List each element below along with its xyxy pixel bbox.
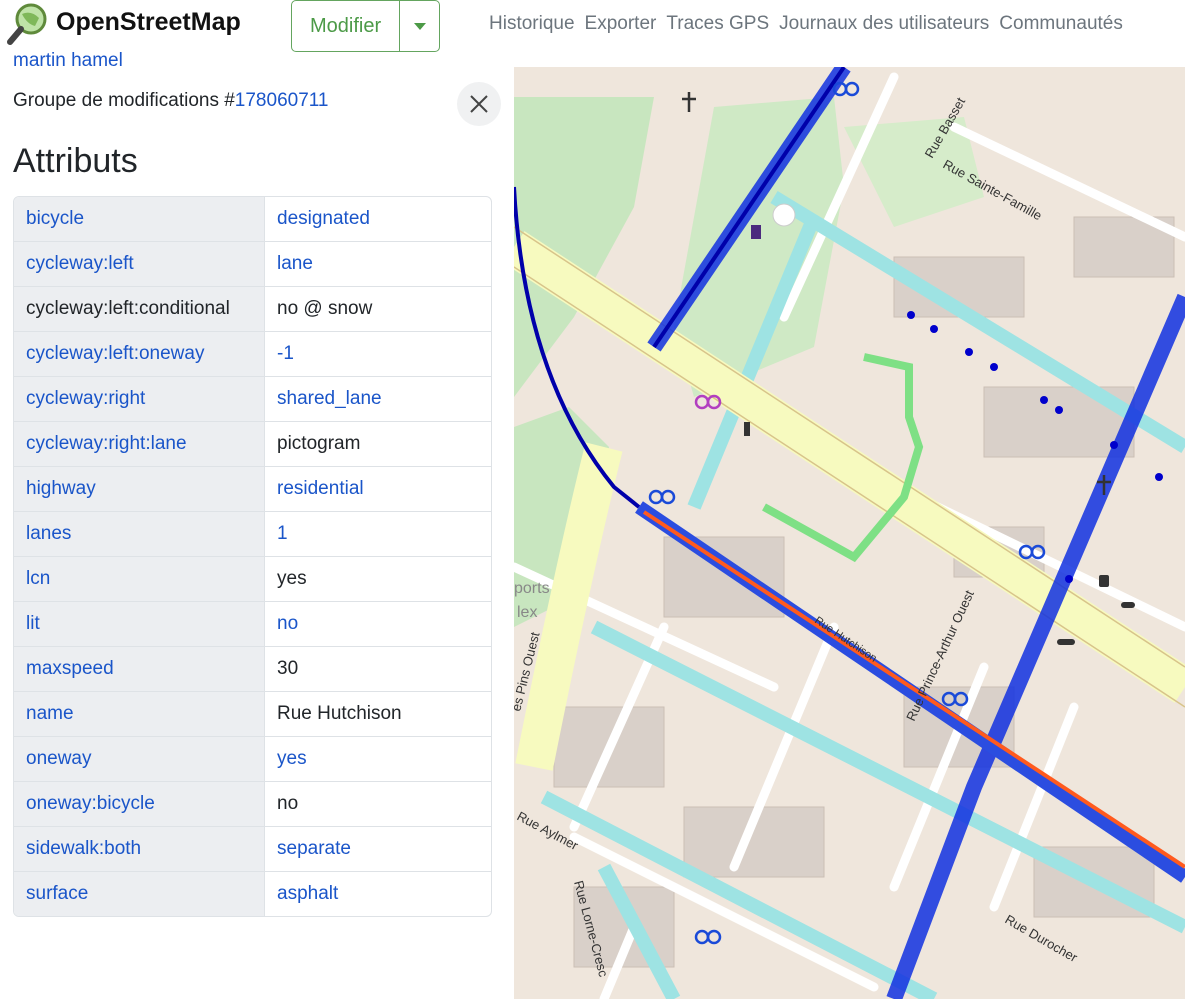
tag-row: cycleway:left lane bbox=[14, 241, 491, 286]
tag-row: highway residential bbox=[14, 466, 491, 511]
tag-row: oneway:bicycle no bbox=[14, 781, 491, 826]
tag-key[interactable]: lcn bbox=[14, 557, 265, 601]
tag-key[interactable]: cycleway:left:oneway bbox=[14, 332, 265, 376]
tag-value[interactable]: 1 bbox=[265, 512, 491, 556]
tag-row: cycleway:right:lane pictogram bbox=[14, 421, 491, 466]
author-link[interactable]: martin hamel bbox=[13, 52, 123, 72]
tag-value: Rue Hutchison bbox=[277, 703, 402, 724]
tag-key[interactable]: sidewalk:both bbox=[14, 827, 265, 871]
tag-value: 30 bbox=[277, 658, 299, 679]
tag-key[interactable]: cycleway:right:lane bbox=[14, 422, 265, 466]
tag-row: lit no bbox=[14, 601, 491, 646]
tag-row: sidewalk:both separate bbox=[14, 826, 491, 871]
nav-communities[interactable]: Communautés bbox=[999, 13, 1123, 34]
top-header: OpenStreetMap Modifier Historique Exporte… bbox=[0, 0, 1185, 52]
nav-gps-traces[interactable]: Traces GPS bbox=[666, 13, 769, 34]
tag-row: bicycle designated bbox=[14, 197, 491, 241]
tag-value[interactable]: residential bbox=[265, 467, 491, 511]
tag-value: no @ snow bbox=[277, 298, 373, 319]
tag-value[interactable]: shared_lane bbox=[265, 377, 491, 421]
tag-value[interactable]: yes bbox=[265, 737, 491, 781]
close-button[interactable] bbox=[457, 82, 501, 126]
tag-value: no bbox=[277, 793, 299, 814]
tag-value[interactable]: separate bbox=[265, 827, 491, 871]
tags-table: bicycle designated cycleway:left lane cyclew… bbox=[13, 196, 492, 917]
tag-row: surface asphalt bbox=[14, 871, 491, 916]
tag-value[interactable]: lane bbox=[265, 242, 491, 286]
tag-row: cycleway:right shared_lane bbox=[14, 376, 491, 421]
tag-value[interactable]: no bbox=[265, 602, 491, 646]
label-lex: lex bbox=[517, 604, 537, 621]
label-durocher: Rue Durocher bbox=[1003, 912, 1081, 966]
tag-row: name Rue Hutchison bbox=[14, 691, 491, 736]
tag-key[interactable]: lanes bbox=[14, 512, 265, 556]
sidebar: martin hamel Groupe de modifications #17… bbox=[0, 52, 514, 999]
brand-name[interactable]: OpenStreetMap bbox=[56, 8, 241, 37]
map-canvas[interactable]: Rue Basset Rue Sainte-Famille es Pins Ou… bbox=[514, 67, 1185, 999]
tag-row: lanes 1 bbox=[14, 511, 491, 556]
edit-button-group: Modifier bbox=[291, 0, 441, 52]
attributes-heading: Attributs bbox=[13, 142, 138, 180]
tag-key[interactable]: bicycle bbox=[14, 197, 265, 241]
nav-export[interactable]: Exporter bbox=[585, 13, 657, 34]
tag-key[interactable]: maxspeed bbox=[14, 647, 265, 691]
tag-key[interactable]: cycleway:left bbox=[14, 242, 265, 286]
changeset-link[interactable]: 178060711 bbox=[235, 90, 329, 111]
main-nav: Historique Exporter Traces GPS Journaux des… bbox=[489, 13, 1133, 35]
edit-button[interactable]: Modifier bbox=[292, 1, 401, 51]
tag-key[interactable]: cycleway:right bbox=[14, 377, 265, 421]
tag-key[interactable]: name bbox=[14, 692, 265, 736]
edit-dropdown-button[interactable] bbox=[400, 1, 439, 51]
tag-value[interactable]: designated bbox=[265, 197, 491, 241]
chevron-down-icon bbox=[413, 22, 426, 30]
tag-value: pictogram bbox=[277, 433, 361, 454]
tag-key: cycleway:left:conditional bbox=[14, 287, 265, 331]
tag-row: cycleway:left:oneway -1 bbox=[14, 331, 491, 376]
map-view[interactable]: Rue Basset Rue Sainte-Famille es Pins Ou… bbox=[514, 67, 1185, 999]
tag-key[interactable]: lit bbox=[14, 602, 265, 646]
osm-logo-icon[interactable] bbox=[6, 2, 48, 46]
close-icon bbox=[470, 95, 488, 113]
tag-key[interactable]: highway bbox=[14, 467, 265, 511]
nav-user-diaries[interactable]: Journaux des utilisateurs bbox=[779, 13, 989, 34]
tag-key[interactable]: surface bbox=[14, 872, 265, 916]
tag-row: cycleway:left:conditional no @ snow bbox=[14, 286, 491, 331]
tag-value[interactable]: asphalt bbox=[265, 872, 491, 916]
tag-key[interactable]: oneway:bicycle bbox=[14, 782, 265, 826]
tag-row: maxspeed 30 bbox=[14, 646, 491, 691]
label-ports: ports bbox=[514, 580, 550, 597]
changeset-line: Groupe de modifications #178060711 bbox=[13, 90, 329, 112]
changeset-prefix: Groupe de modifications # bbox=[13, 90, 235, 111]
tag-row: oneway yes bbox=[14, 736, 491, 781]
tag-key[interactable]: oneway bbox=[14, 737, 265, 781]
nav-history[interactable]: Historique bbox=[489, 13, 575, 34]
tag-row: lcn yes bbox=[14, 556, 491, 601]
tag-value: yes bbox=[277, 568, 307, 589]
tag-value[interactable]: -1 bbox=[265, 332, 491, 376]
